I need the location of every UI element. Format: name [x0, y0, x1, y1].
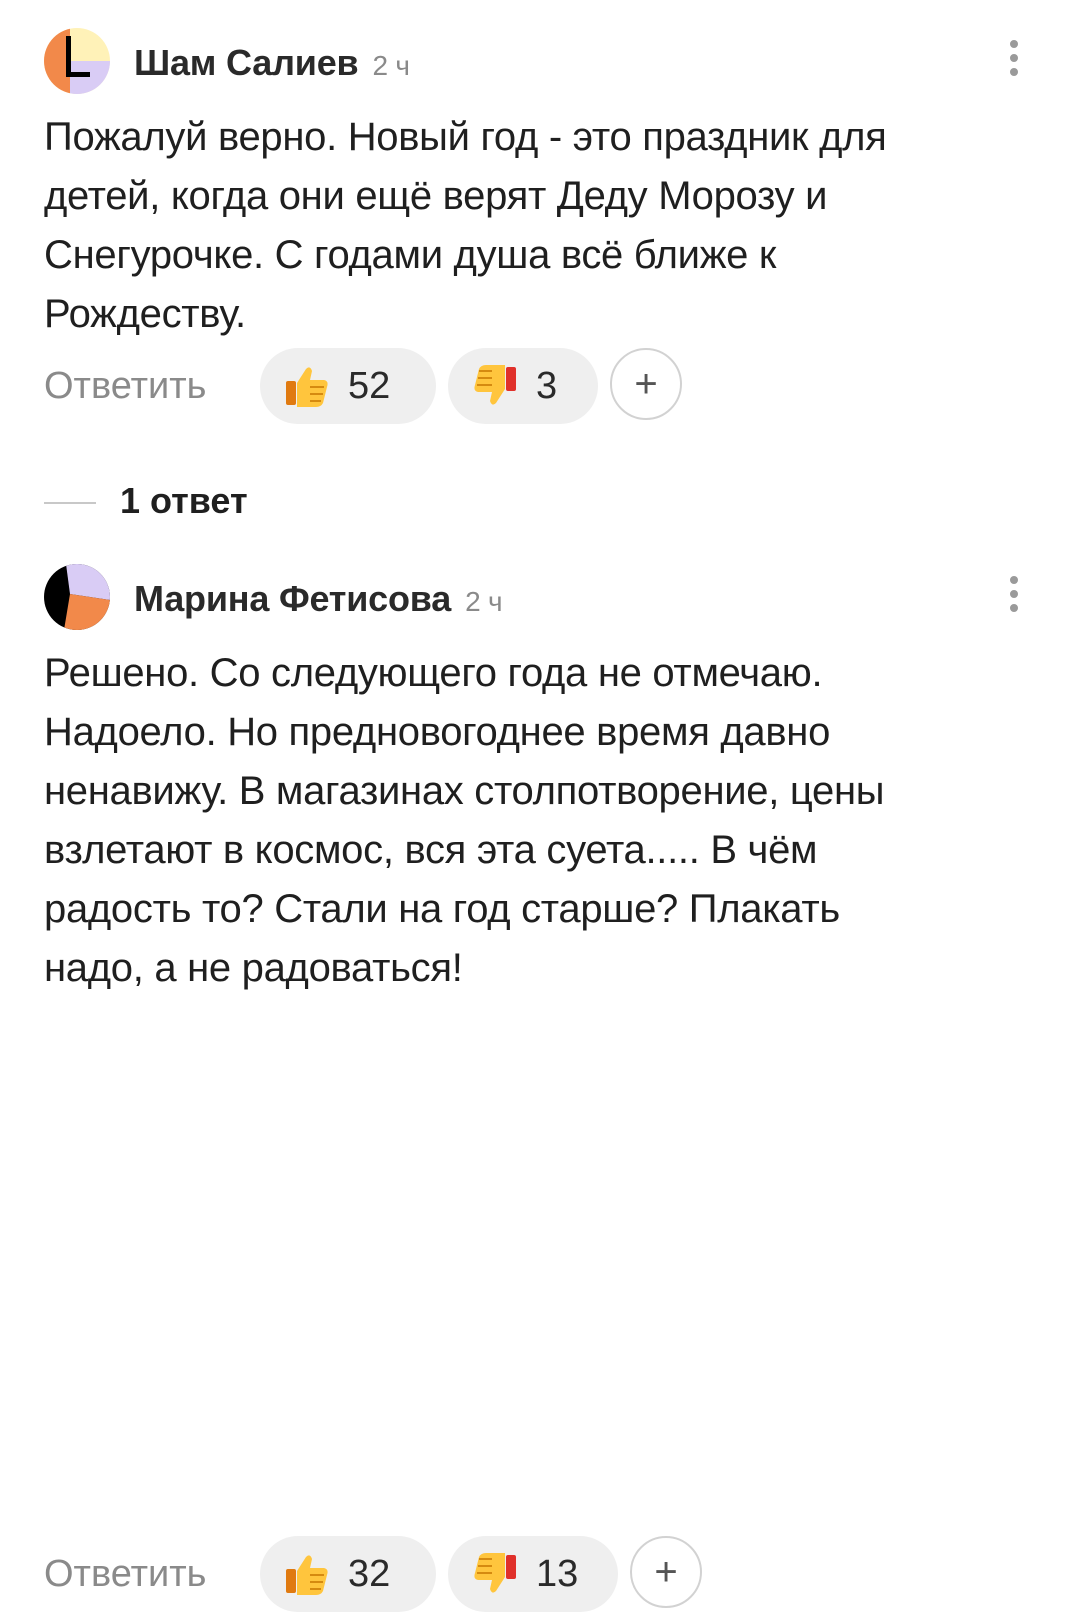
thumbs-up-icon: [286, 1555, 328, 1595]
comment-text: Пожалуй верно. Новый год - это праздник …: [44, 115, 887, 336]
replies-count-label: 1 ответ: [120, 480, 248, 521]
avatar[interactable]: [44, 564, 110, 630]
author-name-text: Шам Салиев: [134, 42, 359, 83]
thumbs-down-icon: [474, 365, 516, 405]
replies-divider: [44, 502, 96, 504]
comment-header: Марина Фетисова 2 ч: [0, 556, 1080, 640]
dislike-count: 3: [536, 364, 558, 407]
dislike-button[interactable]: 13: [448, 1536, 618, 1612]
avatar[interactable]: [44, 28, 110, 94]
author-name[interactable]: Шам Салиев 2 ч: [134, 42, 410, 84]
author-name-text: Марина Фетисова: [134, 578, 452, 619]
reply-button[interactable]: Ответить: [44, 346, 206, 426]
reply-button[interactable]: Ответить: [44, 1534, 206, 1614]
thumbs-down-icon: [474, 1553, 516, 1593]
comment-actions: Ответить 32 13 +: [44, 1534, 1044, 1614]
add-reaction-button[interactable]: +: [630, 1536, 702, 1608]
like-button[interactable]: 32: [260, 1536, 436, 1612]
comment-2: Марина Фетисова 2 ч Решено. Со следующего…: [0, 556, 1080, 1612]
comment-actions: Ответить 52 3 +: [44, 346, 1044, 426]
thumbs-up-icon: [286, 367, 328, 407]
comment-1: Шам Салиев 2 ч Пожалуй верно. Новый год -…: [0, 20, 1080, 521]
like-button[interactable]: 52: [260, 348, 436, 424]
replies-toggle[interactable]: 1 ответ: [44, 472, 444, 532]
like-count: 32: [348, 1552, 391, 1595]
dislike-count: 13: [536, 1552, 579, 1595]
like-count: 52: [348, 364, 391, 407]
dislike-button[interactable]: 3: [448, 348, 598, 424]
more-options-icon[interactable]: [1004, 576, 1024, 620]
add-reaction-button[interactable]: +: [610, 348, 682, 420]
comment-text: Решено. Со следующего года не отмечаю. Н…: [44, 651, 885, 990]
author-name[interactable]: Марина Фетисова 2 ч: [134, 578, 503, 620]
comment-time: 2 ч: [372, 50, 410, 81]
comment-time: 2 ч: [465, 586, 503, 617]
comment-header: Шам Салиев 2 ч: [0, 20, 1080, 104]
more-options-icon[interactable]: [1004, 40, 1024, 84]
